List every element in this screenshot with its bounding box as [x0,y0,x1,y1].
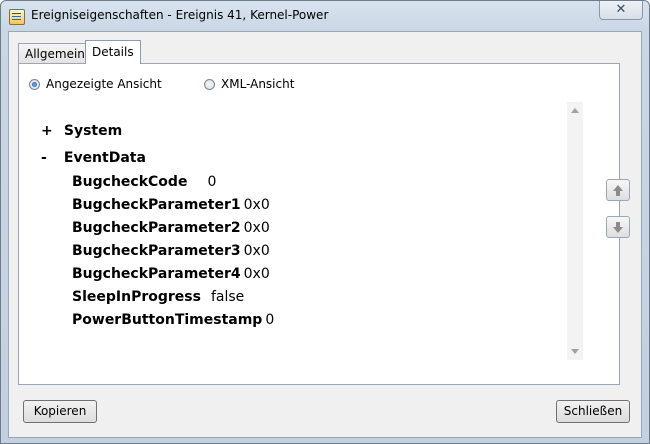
tree-node-label: System [63,123,123,139]
field-value: 0 [207,174,217,190]
field-value: 0x0 [243,197,270,213]
field-key: BugcheckParameter3 [72,243,241,259]
previous-event-button[interactable] [606,179,630,201]
next-event-button[interactable] [606,216,630,238]
tab-allgemein[interactable]: Allgemein [18,43,92,63]
field-key: BugcheckParameter2 [72,220,241,236]
radio-unchecked-icon [204,78,215,90]
field-key: SleepInProgress [72,289,201,305]
event-properties-window: Ereigniseigenschaften - Ereignis 41, Ker… [0,0,650,444]
field-value: 0x0 [243,266,270,282]
tree-node-system[interactable]: + System [41,123,122,139]
event-details-view: + System - EventData BugcheckCode 0 Bugch… [28,102,576,360]
field-value: 0 [265,312,275,328]
scroll-up-icon[interactable] [571,108,579,113]
details-scrollbar[interactable] [567,102,583,360]
field-bugcheck-parameter1: BugcheckParameter1 0x0 [72,197,270,213]
dialog-client-area: Allgemein Details Angezeigte Ansicht XML… [8,31,642,438]
arrow-down-icon [613,222,623,233]
field-value: false [210,289,245,305]
field-power-button-timestamp: PowerButtonTimestamp 0 [72,312,274,328]
copy-button[interactable]: Kopieren [23,400,97,423]
field-bugcheck-code: BugcheckCode 0 [72,174,216,190]
title-bar[interactable]: Ereigniseigenschaften - Ereignis 41, Ker… [1,1,649,31]
window-title: Ereigniseigenschaften - Ereignis 41, Ker… [31,8,329,22]
friendly-view-label: Angezeigte Ansicht [46,77,162,91]
arrow-up-icon [613,185,623,196]
event-properties-icon [9,9,25,25]
close-window-button[interactable]: ✕ [599,1,643,20]
field-key: BugcheckCode [72,174,188,190]
radio-checked-icon [29,78,40,90]
tree-node-eventdata[interactable]: - EventData [41,150,146,166]
scroll-down-icon[interactable] [571,349,579,354]
xml-view-label: XML-Ansicht [221,77,295,91]
field-key: PowerButtonTimestamp [72,312,263,328]
field-value: 0x0 [243,220,270,236]
expand-toggle[interactable]: + [41,123,59,139]
tab-details[interactable]: Details [85,40,141,64]
xml-view-radio[interactable]: XML-Ansicht [204,77,294,91]
field-key: BugcheckParameter1 [72,197,241,213]
field-bugcheck-parameter3: BugcheckParameter3 0x0 [72,243,270,259]
field-sleep-in-progress: SleepInProgress false [72,289,244,305]
field-bugcheck-parameter4: BugcheckParameter4 0x0 [72,266,270,282]
close-button[interactable]: Schließen [556,400,630,423]
collapse-toggle[interactable]: - [41,150,59,166]
details-tab-panel: Angezeigte Ansicht XML-Ansicht + System … [18,63,620,385]
tree-node-label: EventData [63,150,146,166]
field-bugcheck-parameter2: BugcheckParameter2 0x0 [72,220,270,236]
field-value: 0x0 [243,243,270,259]
field-key: BugcheckParameter4 [72,266,241,282]
friendly-view-radio[interactable]: Angezeigte Ansicht [29,77,162,91]
